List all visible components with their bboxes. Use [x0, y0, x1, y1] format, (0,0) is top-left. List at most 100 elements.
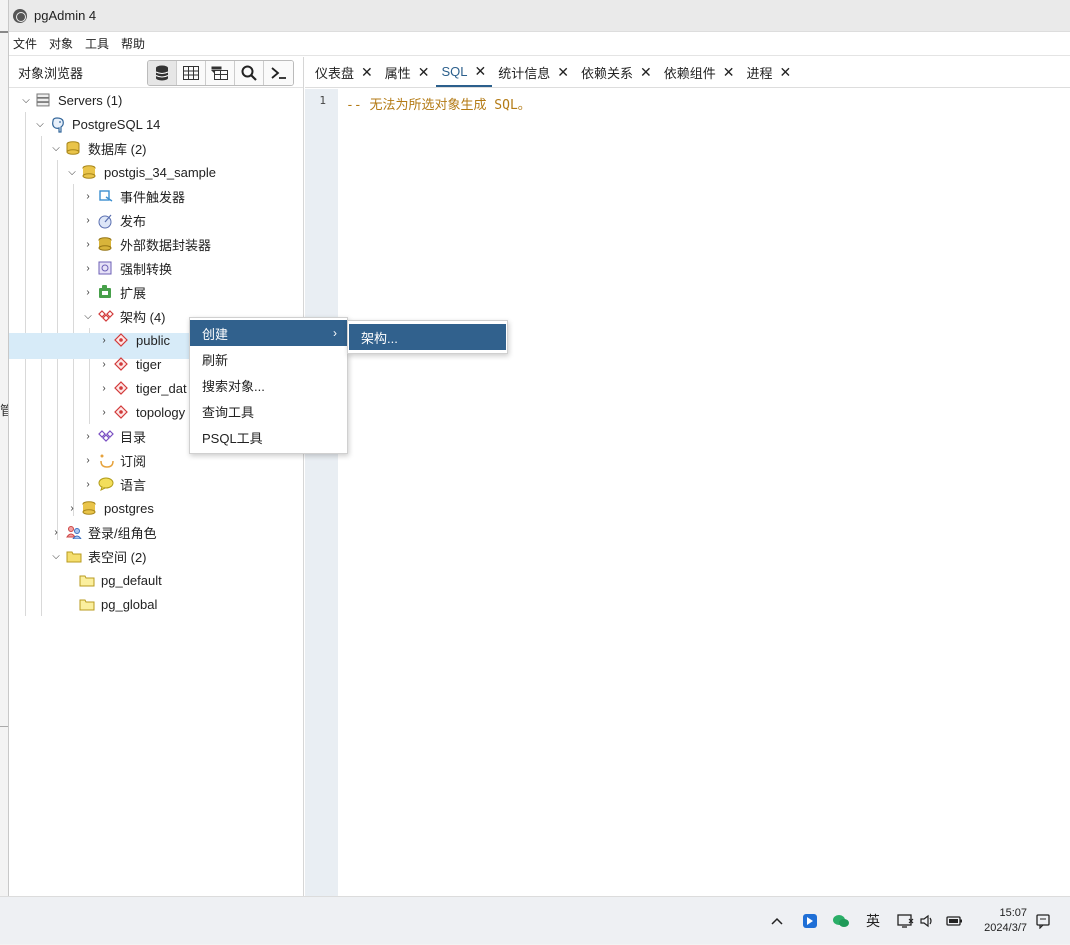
clock[interactable]: 15:07 2024/3/7: [984, 906, 1027, 936]
tab-processes[interactable]: 进程 ✕: [741, 57, 798, 87]
chevron-right-icon[interactable]: ›: [65, 503, 79, 514]
tree-node-casts[interactable]: › 强制转换: [81, 256, 172, 280]
tree-node-databases[interactable]: ⌵ 数据库 (2): [49, 136, 147, 160]
chevron-right-icon[interactable]: ›: [81, 479, 95, 490]
catalogs-icon: [98, 429, 114, 443]
chevron-right-icon[interactable]: ›: [97, 407, 111, 418]
chevron-right-icon[interactable]: ›: [49, 527, 63, 538]
chevron-right-icon[interactable]: ›: [81, 263, 95, 274]
menu-help[interactable]: 帮助: [121, 35, 145, 52]
schema-icon: [114, 333, 130, 347]
chevron-down-icon[interactable]: ⌵: [33, 119, 47, 130]
tree-node-extensions[interactable]: › 扩展: [81, 280, 146, 304]
tab-dependencies[interactable]: 依赖关系 ✕: [575, 57, 658, 87]
tree-node-label: public: [136, 332, 170, 348]
tree-node-label: 扩展: [120, 285, 147, 301]
sql-editor[interactable]: 1 -- 无法为所选对象生成 SQL。: [305, 89, 1070, 896]
object-tree: ⌵ Servers (1) ⌵ PostgreSQL 14 ⌵ 数据库 (2) …: [9, 88, 303, 896]
tree-node-postgis-34-sample[interactable]: ⌵ postgis_34_sample: [65, 160, 216, 184]
notification-icon[interactable]: [1035, 897, 1051, 945]
battery-icon[interactable]: [945, 897, 963, 945]
chevron-right-icon[interactable]: ›: [81, 455, 95, 466]
close-icon[interactable]: ✕: [780, 64, 792, 81]
tree-node-label: pg_default: [101, 572, 162, 588]
menu-file[interactable]: 文件: [13, 35, 37, 52]
network-icon[interactable]: [897, 897, 915, 945]
tree-node-postgres[interactable]: › postgres: [65, 496, 154, 520]
tray-overflow-icon[interactable]: [770, 897, 784, 945]
tab-label: 属性: [384, 65, 411, 81]
tree-node-publications[interactable]: › 发布: [81, 208, 146, 232]
filter-table-icon[interactable]: [206, 61, 235, 85]
feishu-app-icon[interactable]: [802, 897, 818, 945]
tab-dependents[interactable]: 依赖组件 ✕: [658, 57, 741, 87]
tree-node-tablespaces[interactable]: ⌵ 表空间 (2): [49, 544, 147, 568]
tab-bar: 仪表盘 ✕ 属性 ✕ SQL ✕ 统计信息 ✕ 依赖关系 ✕ 依赖组件 ✕ 进程 ✕: [305, 57, 1070, 88]
context-menu-search-objects[interactable]: 搜索对象...: [190, 372, 347, 398]
menu-tools[interactable]: 工具: [85, 35, 109, 52]
tree-node-label: tiger: [136, 356, 162, 372]
search-icon[interactable]: [235, 61, 264, 85]
close-icon[interactable]: ✕: [475, 63, 487, 80]
tree-node-schemas[interactable]: ⌵ 架构 (4): [81, 304, 165, 328]
chevron-right-icon[interactable]: ›: [81, 431, 95, 442]
clock-time: 15:07: [999, 907, 1027, 919]
object-browser-panel: 对象浏览器 ⌵ Servers (1) ⌵ PostgreSQL 14 ⌵ 数据…: [9, 57, 304, 896]
tree-node-event-triggers[interactable]: › 事件触发器: [81, 184, 185, 208]
context-menu-create[interactable]: 创建 ›: [190, 320, 347, 346]
tree-node-catalogs[interactable]: › 目录: [81, 424, 146, 448]
chevron-down-icon[interactable]: ⌵: [49, 551, 63, 562]
tree-node-login-roles[interactable]: › 登录/组角色: [49, 520, 156, 544]
tree-node-schema-tiger-data[interactable]: › tiger_dat: [97, 376, 187, 400]
ime-indicator[interactable]: 英: [866, 897, 880, 945]
submenu-create-schema[interactable]: 架构...: [349, 324, 506, 350]
context-menu-query-tool[interactable]: 查询工具: [190, 398, 347, 424]
database-icon[interactable]: [148, 61, 177, 85]
context-menu-refresh[interactable]: 刷新: [190, 346, 347, 372]
terminal-icon[interactable]: [264, 61, 293, 85]
menu-object[interactable]: 对象: [49, 35, 73, 52]
tree-node-label: 表空间 (2): [88, 549, 147, 565]
tree-node-schema-tiger[interactable]: › tiger: [97, 352, 161, 376]
chevron-right-icon[interactable]: ›: [81, 239, 95, 250]
table-grid-icon[interactable]: [177, 61, 206, 85]
tree-node-label: 数据库 (2): [88, 141, 147, 157]
volume-icon[interactable]: [920, 897, 936, 945]
close-icon[interactable]: ✕: [723, 64, 735, 81]
close-icon[interactable]: ✕: [557, 64, 569, 81]
chevron-right-icon[interactable]: ›: [81, 191, 95, 202]
wechat-icon[interactable]: [832, 897, 850, 945]
tree-node-subscriptions[interactable]: › 订阅: [81, 448, 146, 472]
tab-sql[interactable]: SQL ✕: [435, 57, 493, 87]
tab-statistics[interactable]: 统计信息 ✕: [492, 57, 575, 87]
tab-label: 统计信息: [498, 65, 551, 81]
chevron-right-icon[interactable]: ›: [97, 383, 111, 394]
tree-node-label: 目录: [120, 429, 147, 445]
chevron-down-icon[interactable]: ⌵: [81, 311, 95, 322]
tree-node-languages[interactable]: › 语言: [81, 472, 146, 496]
chevron-right-icon[interactable]: ›: [97, 359, 111, 370]
close-icon[interactable]: ✕: [640, 64, 652, 81]
context-menu-psql-tool[interactable]: PSQL工具: [190, 424, 347, 450]
chevron-right-icon[interactable]: ›: [81, 287, 95, 298]
tree-node-fdw[interactable]: › 外部数据封装器: [81, 232, 211, 256]
close-icon[interactable]: ✕: [418, 64, 430, 81]
chevron-down-icon[interactable]: ⌵: [65, 167, 79, 178]
tree-node-schema-public[interactable]: › public: [97, 328, 170, 352]
tree-node-pg-global[interactable]: pg_global: [79, 592, 157, 616]
chevron-right-icon[interactable]: ›: [81, 215, 95, 226]
taskbar: 英 15:07 2024/3/7: [0, 896, 1070, 944]
tree-node-label: tiger_dat: [136, 380, 187, 396]
chevron-down-icon[interactable]: ⌵: [49, 143, 63, 154]
tree-node-pg-default[interactable]: pg_default: [79, 568, 162, 592]
tree-node-schema-topology[interactable]: › topology: [97, 400, 185, 424]
close-icon[interactable]: ✕: [361, 64, 373, 81]
tab-dashboard[interactable]: 仪表盘 ✕: [309, 57, 379, 87]
schema-icon: [114, 381, 130, 395]
tree-node-servers[interactable]: ⌵ Servers (1): [19, 88, 122, 112]
chevron-right-icon[interactable]: ›: [97, 335, 111, 346]
cast-icon: [98, 261, 114, 275]
tree-node-postgresql-14[interactable]: ⌵ PostgreSQL 14: [33, 112, 160, 136]
tab-properties[interactable]: 属性 ✕: [379, 57, 436, 87]
chevron-down-icon[interactable]: ⌵: [19, 95, 33, 106]
